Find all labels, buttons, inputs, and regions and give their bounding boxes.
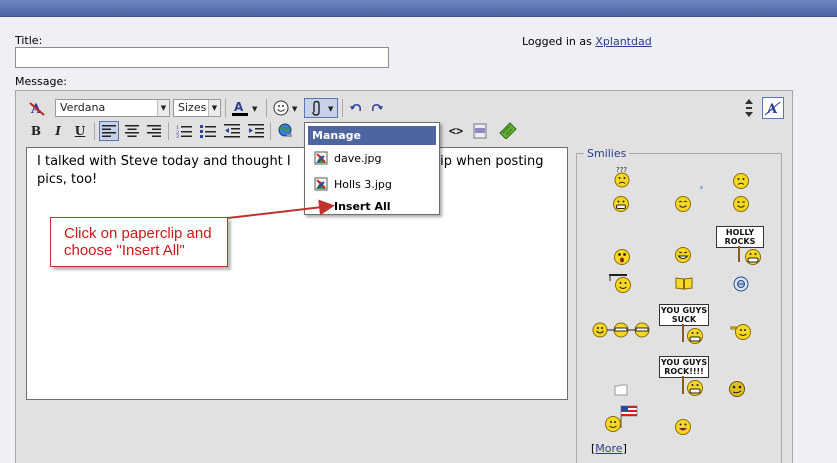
you-guys-rock-sign: YOU GUYS ROCK!!!!: [659, 356, 709, 378]
blue-face-icon[interactable]: [733, 276, 749, 295]
frown-smiley-icon[interactable]: [732, 172, 750, 193]
tiny-dot-smiley-icon[interactable]: [700, 180, 704, 193]
holly-rocks-smiley[interactable]: HOLLY ROCKS: [716, 226, 764, 265]
sign-text: ROCK!!!!: [664, 367, 704, 376]
shocked-smiley-icon[interactable]: [613, 248, 631, 269]
you-guys-rock-smiley[interactable]: YOU GUYS ROCK!!!!: [659, 356, 709, 396]
you-guys-suck-smiley[interactable]: YOU GUYS SUCK: [659, 304, 709, 344]
dizzy-smiley-icon[interactable]: [726, 380, 748, 401]
graduate-smiley-icon[interactable]: [607, 271, 633, 298]
sign-text: HOLLY: [725, 228, 755, 237]
sign-text: YOU GUYS: [660, 306, 708, 315]
more-smilies: [More]: [591, 442, 627, 455]
sign-text: ROCKS: [724, 237, 756, 246]
more-smilies-link[interactable]: More: [595, 442, 622, 455]
confused-smiley-icon[interactable]: ???: [613, 166, 631, 191]
blank-page-icon[interactable]: [614, 384, 628, 399]
american-flag-smiley-icon[interactable]: [604, 404, 640, 437]
bracket-close: ]: [622, 442, 627, 455]
biggrin-smiley-icon[interactable]: [674, 246, 692, 267]
holly-rocks-sign: HOLLY ROCKS: [716, 226, 764, 248]
grin-smiley-icon[interactable]: [612, 195, 630, 216]
you-guys-suck-sign: YOU GUYS SUCK: [659, 304, 709, 326]
happy-smiley-icon[interactable]: [674, 418, 692, 439]
smilies-legend: Smilies: [584, 147, 630, 160]
book-icon[interactable]: [675, 276, 693, 293]
sign-text: YOU GUYS: [660, 358, 708, 367]
sign-text: SUCK: [671, 315, 697, 324]
smile-smiley-icon[interactable]: [674, 195, 692, 216]
group-smiley-icon[interactable]: [592, 320, 652, 343]
flag-wave-smiley-icon[interactable]: [730, 323, 752, 344]
wink-smiley-icon[interactable]: [732, 195, 750, 216]
